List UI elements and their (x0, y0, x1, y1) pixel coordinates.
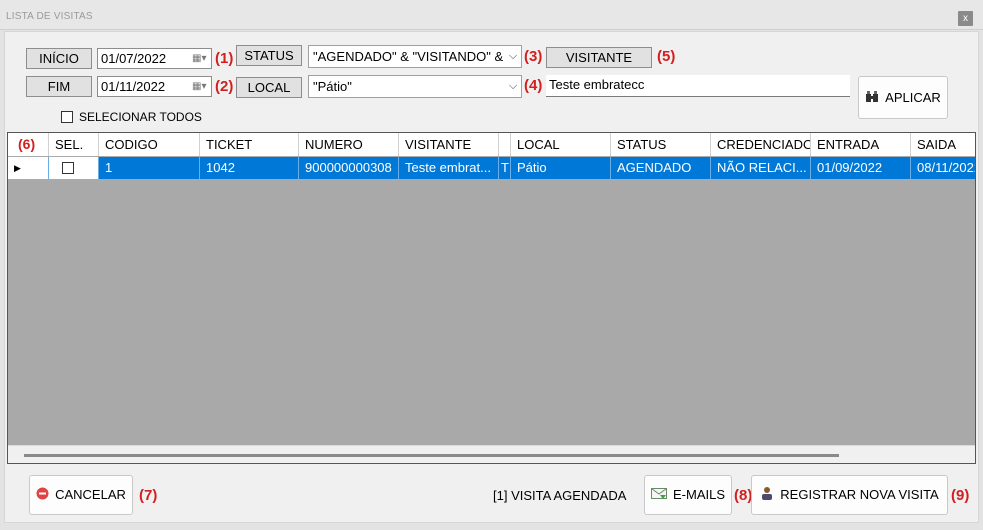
column-header-narrow[interactable] (499, 133, 511, 156)
row-select-cell[interactable] (49, 157, 99, 179)
chevron-down-icon[interactable]: ⌵ (505, 76, 521, 97)
cell-saida[interactable]: 08/11/2022 (911, 157, 975, 179)
calendar-icon[interactable]: ▦▾ (192, 52, 208, 66)
column-header[interactable]: ENTRADA (811, 133, 911, 156)
row-pointer-icon: ▶ (8, 157, 49, 179)
annotation-8: (8) (734, 487, 753, 504)
aplicar-label: APLICAR (885, 90, 941, 105)
column-header[interactable]: CREDENCIADO (711, 133, 811, 156)
cancel-button[interactable]: CANCELAR (29, 475, 133, 515)
cell-entrada[interactable]: 01/09/2022 (811, 157, 911, 179)
scrollbar-thumb[interactable] (24, 454, 839, 457)
annotation-5: (5) (657, 48, 676, 65)
cell-numero[interactable]: 900000000308 (299, 157, 399, 179)
fim-date-field[interactable]: 01/11/2022 ▦▾ (97, 76, 212, 97)
annotation-1: (1) (215, 50, 234, 67)
chevron-down-icon[interactable]: ⌵ (505, 46, 521, 67)
email-icon (650, 477, 667, 515)
checkbox-box[interactable] (61, 111, 73, 123)
inicio-date-value: 01/07/2022 (101, 51, 167, 66)
binoculars-icon (865, 78, 879, 119)
cell-visitante[interactable]: Teste embrat... (399, 157, 499, 179)
status-filter-button[interactable]: STATUS (236, 45, 302, 66)
select-all-checkbox[interactable]: SELECIONAR TODOS (61, 110, 202, 124)
row-checkbox[interactable] (62, 162, 74, 174)
column-header[interactable]: TICKET (200, 133, 299, 156)
inicio-label: INÍCIO (26, 48, 92, 69)
column-header[interactable]: STATUS (611, 133, 711, 156)
column-header[interactable]: NUMERO (299, 133, 399, 156)
cell-credenciado[interactable]: NÃO RELACI... (711, 157, 811, 179)
register-visit-label: REGISTRAR NOVA VISITA (780, 487, 939, 502)
local-combo-value: "Pátio" (313, 79, 352, 94)
cell-extra[interactable]: T (499, 157, 511, 179)
annotation-7: (7) (139, 487, 158, 504)
grid-header: (6) SEL. CODIGO TICKET NUMERO VISITANTE … (8, 133, 975, 157)
annotation-4: (4) (524, 77, 543, 94)
annotation-2: (2) (215, 78, 234, 95)
cell-ticket[interactable]: 1042 (200, 157, 299, 179)
emails-label: E-MAILS (672, 487, 725, 502)
column-header[interactable]: LOCAL (511, 133, 611, 156)
visitor-icon (760, 477, 774, 515)
inicio-date-field[interactable]: 01/07/2022 ▦▾ (97, 48, 212, 69)
fim-label: FIM (26, 76, 92, 97)
annotation-6: (6) (18, 136, 36, 152)
horizontal-scrollbar[interactable] (8, 445, 975, 463)
column-header[interactable]: SAIDA (911, 133, 975, 156)
visits-grid[interactable]: (6) SEL. CODIGO TICKET NUMERO VISITANTE … (7, 132, 976, 464)
cancel-label: CANCELAR (55, 487, 126, 502)
register-visit-button[interactable]: REGISTRAR NOVA VISITA (751, 475, 948, 515)
title-bar: LISTA DE VISITAS x (0, 0, 983, 30)
emails-button[interactable]: E-MAILS (644, 475, 732, 515)
cancel-icon (36, 477, 49, 515)
annotation-9: (9) (951, 487, 970, 504)
column-header[interactable]: CODIGO (99, 133, 200, 156)
status-combo-value: "AGENDADO" & "VISITANDO" & (313, 49, 504, 64)
cell-codigo[interactable]: 1 (99, 157, 200, 179)
calendar-icon[interactable]: ▦▾ (192, 80, 208, 94)
annotation-3: (3) (524, 48, 543, 65)
local-filter-button[interactable]: LOCAL (236, 77, 302, 98)
window-title: LISTA DE VISITAS (6, 11, 93, 22)
close-icon[interactable]: x (958, 11, 973, 26)
status-text: [1] VISITA AGENDADA (493, 488, 627, 503)
grid-corner: (6) (8, 133, 49, 156)
table-row[interactable]: ▶ 1 1042 900000000308 Teste embrat... T … (8, 157, 975, 179)
fim-date-value: 01/11/2022 (101, 79, 166, 94)
select-all-label: SELECIONAR TODOS (79, 110, 202, 124)
local-combo[interactable]: "Pátio" ⌵ (308, 75, 522, 98)
column-header[interactable]: VISITANTE (399, 133, 499, 156)
status-combo[interactable]: "AGENDADO" & "VISITANDO" & ⌵ (308, 45, 522, 68)
cell-local[interactable]: Pátio (511, 157, 611, 179)
visitante-filter-button[interactable]: VISITANTE (546, 47, 652, 68)
cell-status[interactable]: AGENDADO (611, 157, 711, 179)
column-header[interactable]: SEL. (49, 133, 99, 156)
visitante-input[interactable]: Teste embratecc (546, 75, 850, 97)
aplicar-button[interactable]: APLICAR (858, 76, 948, 119)
